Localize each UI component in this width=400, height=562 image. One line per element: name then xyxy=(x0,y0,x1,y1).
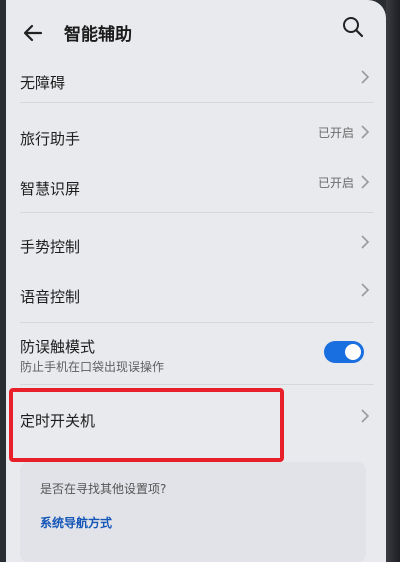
suggestion-question: 是否在寻找其他设置项? xyxy=(40,482,167,496)
chevron-right-icon xyxy=(361,125,370,139)
settings-item-smart-screen[interactable]: 智慧识屏 已开启 xyxy=(6,162,386,206)
settings-item-travel-assistant[interactable]: 旅行助手 已开启 xyxy=(6,112,386,158)
device-edge xyxy=(386,0,400,562)
back-arrow-icon[interactable] xyxy=(20,20,46,46)
highlight-annotation-box xyxy=(9,388,284,462)
top-app-bar: 智能辅助 xyxy=(6,0,386,62)
chevron-right-icon xyxy=(361,409,370,423)
search-icon[interactable] xyxy=(340,14,366,40)
divider xyxy=(20,322,374,323)
settings-item-description: 防止手机在口袋出现误操作 xyxy=(20,360,165,374)
settings-item-label: 智慧识屏 xyxy=(20,180,81,198)
chevron-right-icon xyxy=(361,235,370,249)
divider xyxy=(20,384,374,385)
status-text: 已开启 xyxy=(317,126,354,140)
settings-item-accessibility[interactable]: 无障碍 xyxy=(6,62,386,102)
page-title: 智能辅助 xyxy=(64,25,132,45)
chevron-right-icon xyxy=(361,70,370,84)
chevron-right-icon xyxy=(361,283,370,297)
settings-item-label: 语音控制 xyxy=(20,288,81,306)
settings-item-gesture-control[interactable]: 手势控制 xyxy=(6,222,386,266)
mistouch-toggle[interactable] xyxy=(324,341,364,363)
divider xyxy=(20,212,374,213)
settings-item-label: 防误触模式 xyxy=(20,338,96,356)
settings-screen: 智能辅助 无障碍 旅行助手 已开启 智慧识屏 已开启 手势控制 语音控制 防误触… xyxy=(6,0,386,562)
suggestion-card: 是否在寻找其他设置项? 系统导航方式 xyxy=(20,462,366,562)
divider xyxy=(20,102,374,103)
settings-item-label: 无障碍 xyxy=(20,74,66,92)
settings-item-label: 旅行助手 xyxy=(20,130,81,148)
settings-item-label: 手势控制 xyxy=(20,238,81,256)
chevron-right-icon xyxy=(361,175,370,189)
toggle-knob xyxy=(345,344,361,360)
system-navigation-link[interactable]: 系统导航方式 xyxy=(40,514,112,531)
status-text: 已开启 xyxy=(317,176,354,190)
settings-item-voice-control[interactable]: 语音控制 xyxy=(6,272,386,316)
